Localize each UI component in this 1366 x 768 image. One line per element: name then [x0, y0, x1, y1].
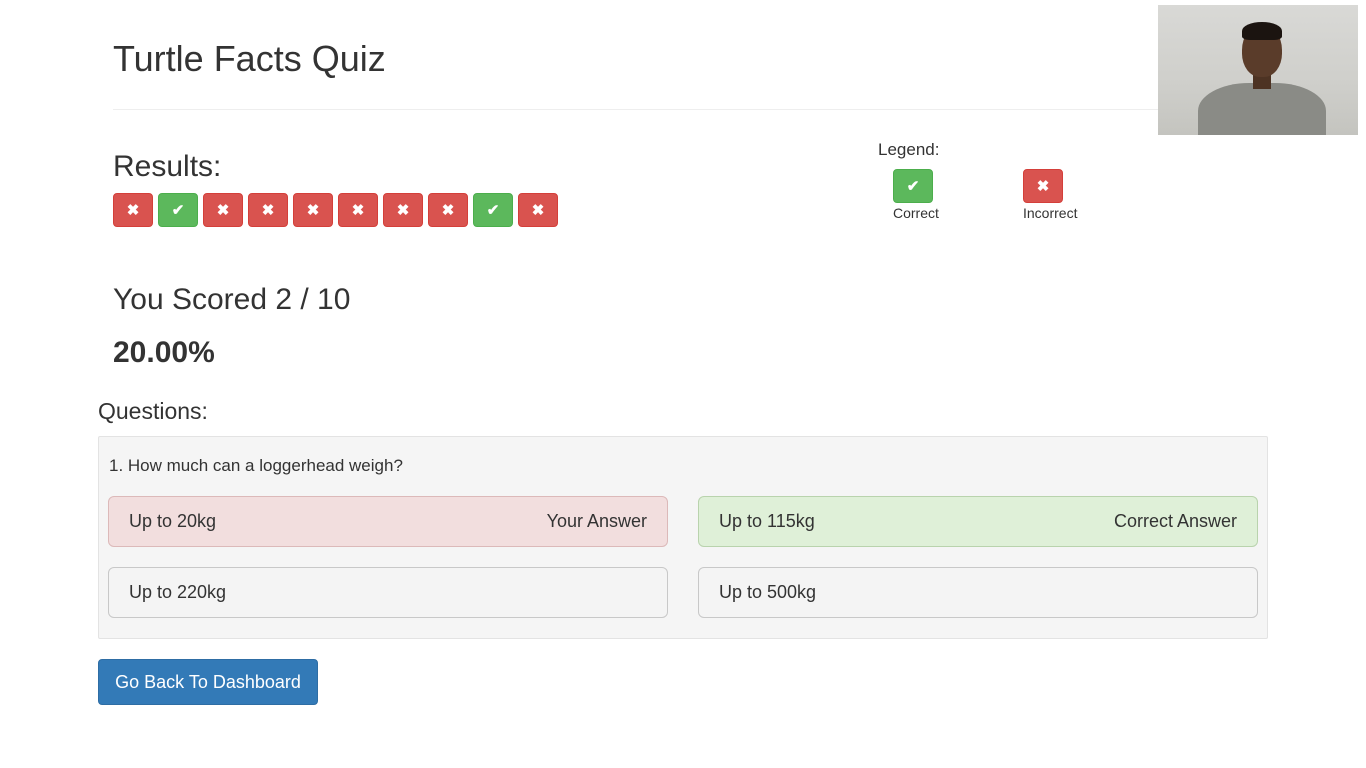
answer-option[interactable]: Up to 220kg: [108, 567, 668, 618]
question-card: 1. How much can a loggerhead weigh? Up t…: [98, 436, 1268, 639]
result-incorrect-icon[interactable]: ✖: [383, 193, 423, 227]
result-correct-icon[interactable]: ✔: [158, 193, 198, 227]
question-text: 1. How much can a loggerhead weigh?: [109, 456, 403, 475]
answer-option[interactable]: Up to 115kg Correct Answer: [698, 496, 1258, 547]
result-incorrect-icon[interactable]: ✖: [428, 193, 468, 227]
results-heading: Results:: [113, 150, 222, 183]
answer-label: Up to 20kg: [129, 511, 217, 531]
legend: Legend: ✔ Correct ✖ Incorrect: [878, 140, 1128, 230]
page-title: Turtle Facts Quiz: [113, 38, 386, 79]
your-answer-tag: Your Answer: [546, 511, 647, 531]
result-incorrect-icon[interactable]: ✖: [203, 193, 243, 227]
result-incorrect-icon[interactable]: ✖: [113, 193, 153, 227]
legend-item-incorrect: ✖ Incorrect: [1023, 169, 1077, 221]
legend-correct-label: Correct: [893, 205, 939, 221]
results-row: ✖ ✔ ✖ ✖ ✖ ✖ ✖ ✖ ✔ ✖: [113, 193, 558, 227]
score-percent: 20.00%: [113, 336, 215, 369]
result-incorrect-icon[interactable]: ✖: [248, 193, 288, 227]
webcam-person-hair: [1242, 22, 1282, 40]
result-incorrect-icon[interactable]: ✖: [293, 193, 333, 227]
legend-incorrect-label: Incorrect: [1023, 205, 1078, 221]
result-incorrect-icon[interactable]: ✖: [518, 193, 558, 227]
legend-title: Legend:: [878, 140, 940, 159]
correct-answer-tag: Correct Answer: [1113, 511, 1237, 531]
quiz-results-page: Turtle Facts Quiz Results: ✖ ✔ ✖ ✖ ✖ ✖ ✖…: [0, 0, 1366, 768]
result-correct-icon[interactable]: ✔: [473, 193, 513, 227]
legend-correct-icon: ✔: [893, 169, 933, 203]
questions-heading: Questions:: [98, 398, 208, 424]
answer-label: Up to 500kg: [719, 582, 817, 602]
webcam-person-body: [1198, 83, 1326, 135]
title-divider: [113, 109, 1158, 110]
webcam-preview: [1158, 5, 1358, 135]
legend-incorrect-icon: ✖: [1023, 169, 1063, 203]
answer-option[interactable]: Up to 20kg Your Answer: [108, 496, 668, 547]
answer-label: Up to 115kg: [719, 511, 815, 531]
legend-item-correct: ✔ Correct: [893, 169, 939, 221]
answer-label: Up to 220kg: [129, 582, 227, 602]
answer-option[interactable]: Up to 500kg: [698, 567, 1258, 618]
result-incorrect-icon[interactable]: ✖: [338, 193, 378, 227]
back-to-dashboard-button[interactable]: Go Back To Dashboard: [98, 659, 318, 705]
score-text: You Scored 2 / 10: [113, 283, 351, 316]
